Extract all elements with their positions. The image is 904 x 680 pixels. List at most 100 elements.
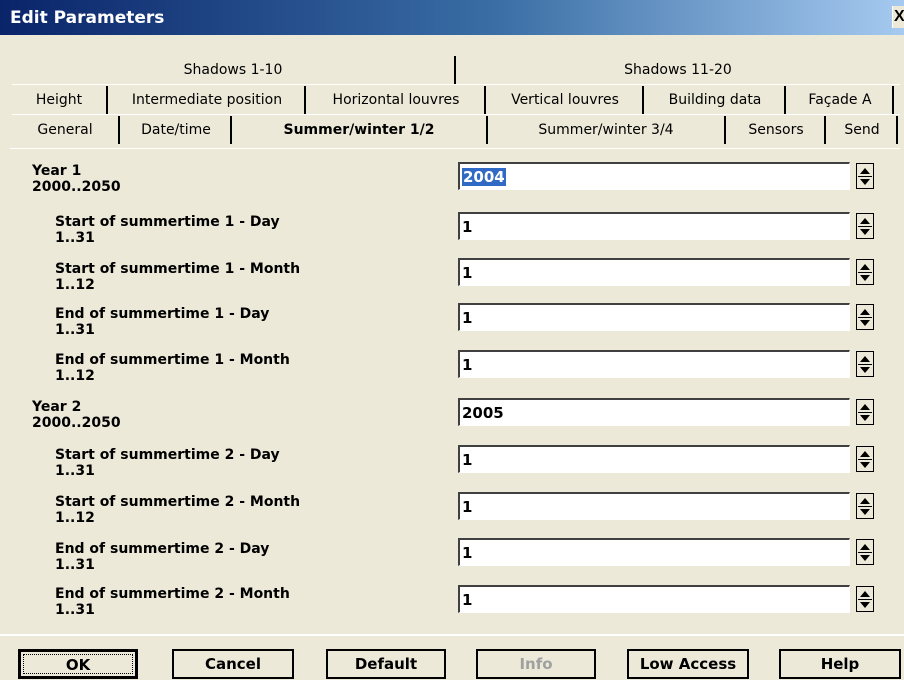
- field-value: 1: [462, 451, 473, 469]
- tab-shadows-11-20[interactable]: Shadows 11-20: [458, 56, 898, 84]
- start-summertime-2-day-input[interactable]: 1: [458, 445, 850, 473]
- low-access-button[interactable]: Low Access: [627, 649, 749, 679]
- start-summertime-2-day-spinner[interactable]: [856, 446, 874, 472]
- spin-up-icon[interactable]: [860, 168, 870, 174]
- start-summertime-1-month-spinner[interactable]: [856, 259, 874, 285]
- param-name: End of summertime 2 - Month: [55, 586, 290, 602]
- spin-down-icon[interactable]: [860, 415, 870, 421]
- spin-up-icon[interactable]: [860, 544, 870, 550]
- spin-down-icon[interactable]: [860, 275, 870, 281]
- start-summertime-2-month-input[interactable]: 1: [458, 492, 850, 520]
- tab-vertical-louvres[interactable]: Vertical louvres: [488, 86, 644, 114]
- title-bar: Edit Parameters X: [0, 0, 904, 35]
- spin-down-icon[interactable]: [860, 367, 870, 373]
- spin-divider: [858, 506, 872, 507]
- end-summertime-2-month-spinner[interactable]: [856, 586, 874, 612]
- param-range: 1..31: [55, 230, 95, 246]
- end-summertime-1-month-spinner[interactable]: [856, 351, 874, 377]
- spin-up-icon[interactable]: [860, 264, 870, 270]
- tab-intermediate-position[interactable]: Intermediate position: [110, 86, 306, 114]
- field-value: 1: [462, 591, 473, 609]
- spin-down-icon[interactable]: [860, 179, 870, 185]
- param-range: 1..12: [55, 510, 95, 526]
- info-button[interactable]: Info: [476, 649, 596, 679]
- param-range: 1..12: [55, 368, 95, 384]
- spin-divider: [858, 459, 872, 460]
- tab-shadows-1-10[interactable]: Shadows 1-10: [12, 56, 456, 84]
- param-name: Start of summertime 1 - Day: [55, 214, 280, 230]
- tab-height[interactable]: Height: [12, 86, 108, 114]
- spin-up-icon[interactable]: [860, 309, 870, 315]
- spin-down-icon[interactable]: [860, 555, 870, 561]
- field-value: 1: [462, 218, 473, 236]
- tab-general[interactable]: General: [12, 116, 120, 144]
- param-range: 1..31: [55, 602, 95, 618]
- window-title: Edit Parameters: [10, 8, 165, 28]
- param-label-start-summertime-2-month: Start of summertime 2 - Month 1..12: [55, 494, 300, 526]
- ok-button[interactable]: OK: [18, 649, 138, 679]
- tab-facade-a[interactable]: Façade A: [788, 86, 894, 114]
- tab-building-data[interactable]: Building data: [646, 86, 786, 114]
- tab-row-divider: [12, 84, 900, 85]
- tab-sensors[interactable]: Sensors: [728, 116, 826, 144]
- spin-up-icon[interactable]: [860, 451, 870, 457]
- field-value: 2005: [462, 404, 504, 422]
- year-2-spinner[interactable]: [856, 399, 874, 425]
- cancel-button[interactable]: Cancel: [172, 649, 294, 679]
- param-label-end-summertime-2-month: End of summertime 2 - Month 1..31: [55, 586, 290, 618]
- spin-down-icon[interactable]: [860, 320, 870, 326]
- spin-up-icon[interactable]: [860, 356, 870, 362]
- end-summertime-1-month-input[interactable]: 1: [458, 350, 850, 378]
- year-1-input[interactable]: 2004: [458, 162, 850, 190]
- param-label-end-summertime-2-day: End of summertime 2 - Day 1..31: [55, 541, 269, 573]
- field-value: 2004: [462, 168, 506, 186]
- end-summertime-1-day-spinner[interactable]: [856, 304, 874, 330]
- param-label-year-1: Year 1 2000..2050: [32, 163, 121, 195]
- spin-up-icon[interactable]: [860, 218, 870, 224]
- param-range: 1..31: [55, 557, 95, 573]
- param-label-end-summertime-1-month: End of summertime 1 - Month 1..12: [55, 352, 290, 384]
- end-summertime-2-day-spinner[interactable]: [856, 539, 874, 565]
- param-name: Year 2: [32, 399, 82, 415]
- tab-send[interactable]: Send: [828, 116, 898, 144]
- start-summertime-1-day-input[interactable]: 1: [458, 212, 850, 240]
- tab-row-divider: [12, 114, 900, 115]
- end-summertime-2-day-input[interactable]: 1: [458, 538, 850, 566]
- param-name: Start of summertime 2 - Month: [55, 494, 301, 510]
- tab-summer-winter-1-2[interactable]: Summer/winter 1/2: [234, 116, 484, 144]
- spin-down-icon[interactable]: [860, 509, 870, 515]
- spin-divider: [858, 176, 872, 177]
- spin-divider: [858, 272, 872, 273]
- spin-divider: [858, 317, 872, 318]
- tab-date-time[interactable]: Date/time: [122, 116, 232, 144]
- default-button[interactable]: Default: [326, 649, 446, 679]
- param-name: Year 1: [32, 163, 82, 179]
- param-name: End of summertime 1 - Month: [55, 352, 290, 368]
- param-name: Start of summertime 1 - Month: [55, 261, 301, 277]
- close-button[interactable]: X: [892, 6, 904, 28]
- param-range: 2000..2050: [32, 415, 121, 431]
- spin-down-icon[interactable]: [860, 602, 870, 608]
- year-2-input[interactable]: 2005: [458, 398, 850, 426]
- spin-down-icon[interactable]: [860, 462, 870, 468]
- tab-summer-winter-3-4[interactable]: Summer/winter 3/4: [486, 116, 726, 144]
- param-name: End of summertime 1 - Day: [55, 306, 270, 322]
- spin-up-icon[interactable]: [860, 498, 870, 504]
- year-1-spinner[interactable]: [856, 163, 874, 189]
- spin-up-icon[interactable]: [860, 591, 870, 597]
- param-range: 2000..2050: [32, 179, 121, 195]
- spin-divider: [858, 552, 872, 553]
- end-summertime-1-day-input[interactable]: 1: [458, 303, 850, 331]
- field-value: 1: [462, 309, 473, 327]
- help-button[interactable]: Help: [779, 649, 901, 679]
- start-summertime-2-month-spinner[interactable]: [856, 493, 874, 519]
- tab-horizontal-louvres[interactable]: Horizontal louvres: [308, 86, 486, 114]
- spin-up-icon[interactable]: [860, 404, 870, 410]
- param-label-end-summertime-1-day: End of summertime 1 - Day 1..31: [55, 306, 269, 338]
- start-summertime-1-month-input[interactable]: 1: [458, 258, 850, 286]
- start-summertime-1-day-spinner[interactable]: [856, 213, 874, 239]
- param-label-start-summertime-1-month: Start of summertime 1 - Month 1..12: [55, 261, 300, 293]
- param-label-start-summertime-1-day: Start of summertime 1 - Day 1..31: [55, 214, 280, 246]
- end-summertime-2-month-input[interactable]: 1: [458, 585, 850, 613]
- spin-down-icon[interactable]: [860, 229, 870, 235]
